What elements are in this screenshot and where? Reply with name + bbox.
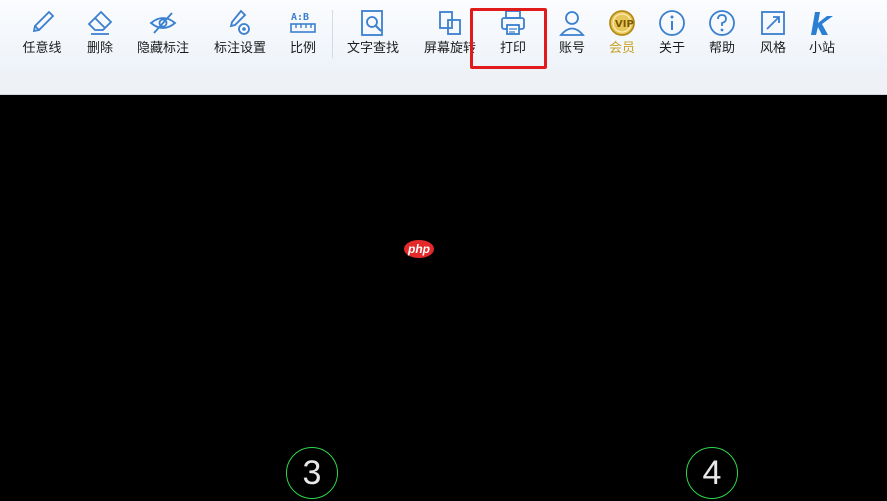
eye-off-icon xyxy=(149,12,177,34)
tool-account[interactable]: 账号 xyxy=(555,8,589,64)
tool-label: 文字查找 xyxy=(346,41,399,56)
text-search-icon xyxy=(361,10,383,36)
tool-label: 标注设置 xyxy=(213,41,266,56)
style-icon xyxy=(761,11,785,35)
print-highlight-box xyxy=(470,8,547,69)
svg-text:A:B: A:B xyxy=(291,12,309,23)
tool-label: 会员 xyxy=(608,41,635,56)
tool-label: 隐藏标注 xyxy=(136,41,189,56)
pen-icon xyxy=(32,10,55,33)
tool-annotation-settings[interactable]: 标注设置 xyxy=(212,8,268,64)
tool-label: 任意线 xyxy=(22,41,62,56)
tool-scale[interactable]: A:B 比例 xyxy=(286,8,320,64)
rotate-screen-icon xyxy=(439,11,461,35)
ruler-icon: A:B xyxy=(290,12,316,33)
tool-label: 账号 xyxy=(558,41,585,56)
tool-text-search[interactable]: 文字查找 xyxy=(345,8,401,64)
vip-icon: VIP xyxy=(609,10,635,36)
toolbar: 任意线 删除 隐藏标注 标注设置 A:B 比例 文字查找 屏幕旋转 打印 账号 … xyxy=(0,0,887,71)
php-watermark-badge: php xyxy=(404,240,434,258)
pen-gear-icon xyxy=(229,9,250,35)
drawing-canvas[interactable] xyxy=(0,95,887,501)
tool-label: 帮助 xyxy=(708,41,735,56)
info-icon xyxy=(659,10,685,36)
tool-help[interactable]: 帮助 xyxy=(705,8,739,64)
user-icon xyxy=(559,11,585,36)
circled-label-4: 4 xyxy=(686,447,738,499)
tool-label: 屏幕旋转 xyxy=(423,41,476,56)
toolbar-divider xyxy=(332,10,333,58)
tool-delete[interactable]: 删除 xyxy=(83,8,117,64)
circled-label-3: 3 xyxy=(286,447,338,499)
tool-label: 风格 xyxy=(759,41,786,56)
k-icon xyxy=(811,12,833,35)
tool-label: 比例 xyxy=(289,41,316,56)
tool-label: 删除 xyxy=(86,41,113,56)
tool-style[interactable]: 风格 xyxy=(756,8,790,64)
tool-freehand-line[interactable]: 任意线 xyxy=(20,8,64,64)
help-icon xyxy=(709,10,735,36)
toolbar-subbar xyxy=(0,70,887,95)
tool-site[interactable]: 小站 xyxy=(805,8,839,64)
tool-label: 关于 xyxy=(658,41,685,56)
eraser-icon xyxy=(87,10,113,35)
svg-text:VIP: VIP xyxy=(615,19,634,30)
tool-label: 小站 xyxy=(808,41,835,56)
tool-hide-annotations[interactable]: 隐藏标注 xyxy=(136,8,190,64)
tool-about[interactable]: 关于 xyxy=(655,8,689,64)
tool-vip[interactable]: VIP 会员 xyxy=(605,8,639,64)
